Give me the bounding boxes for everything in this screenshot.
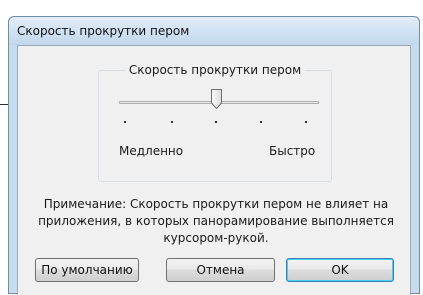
defaults-button[interactable]: По умолчанию: [35, 258, 139, 282]
dialog-window: Скорость прокрутки пером Скорость прокру…: [8, 16, 420, 295]
note-line: приложения, в которых панорамирование вы…: [38, 214, 394, 228]
window-title: Скорость прокрутки пером: [17, 24, 190, 38]
slider-thumb-icon: [211, 89, 222, 110]
slider-tick: [215, 121, 217, 123]
dialog-client-area: Скорость прокрутки пером Медленно Быстро…: [17, 45, 411, 295]
slider-tick: [124, 121, 126, 123]
cancel-button[interactable]: Отмена: [166, 258, 275, 282]
note-line: курсором-рукой.: [163, 231, 269, 245]
slider-thumb[interactable]: [211, 89, 222, 110]
slider-tick: [305, 121, 307, 123]
fast-label: Быстро: [269, 144, 316, 158]
note-line: Примечание: Скорость прокрутки пером не …: [43, 197, 389, 211]
title-bar[interactable]: Скорость прокрутки пером: [9, 17, 419, 45]
slider-tick: [171, 121, 173, 123]
note-text: Примечание: Скорость прокрутки пером не …: [24, 196, 408, 247]
slider-tick: [260, 121, 262, 123]
slow-label: Медленно: [119, 144, 184, 158]
group-title: Скорость прокрутки пером: [124, 63, 306, 77]
ok-button[interactable]: OK: [286, 258, 394, 282]
scroll-speed-group: Скорость прокрутки пером Медленно Быстро: [98, 63, 332, 182]
